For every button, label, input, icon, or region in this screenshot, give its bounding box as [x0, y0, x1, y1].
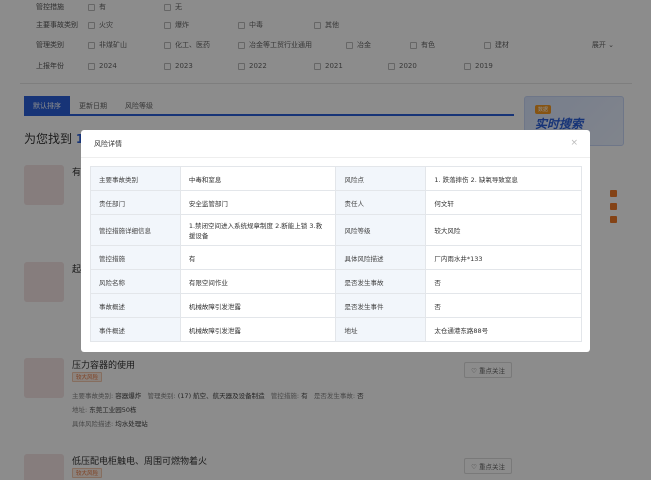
field-label: 具体风险描述 — [335, 245, 427, 270]
detail-row: 管控措施 有 具体风险描述 厂内雨水井*133 — [90, 245, 582, 270]
detail-row: 事故概述 机械故障引发泄露 是否发生事件 否 — [90, 293, 582, 318]
field-value: 否 — [425, 293, 582, 318]
field-label: 风险名称 — [90, 269, 181, 294]
detail-row: 管控措施详细信息 1.禁闭空间进入系统规章制度 2.断能上锁 3.救援设备 风险… — [90, 214, 582, 246]
risk-detail-modal: 风险详情 × 主要事故类别 中毒和窒息 风险点 1. 跌落摔伤 2. 缺氧导致窒… — [81, 130, 590, 352]
field-value: 中毒和窒息 — [179, 166, 337, 191]
field-value: 机械故障引发泄露 — [179, 317, 337, 342]
detail-row: 风险名称 有限空间作业 是否发生事故 否 — [90, 269, 582, 294]
field-value: 有限空间作业 — [179, 269, 337, 294]
field-label: 是否发生事故 — [335, 269, 427, 294]
field-label: 是否发生事件 — [335, 293, 427, 318]
field-label: 主要事故类别 — [90, 166, 181, 191]
field-label: 事件概述 — [90, 317, 181, 342]
detail-row: 责任部门 安全监管部门 责任人 何文轩 — [90, 190, 582, 215]
field-label: 管控措施详细信息 — [90, 214, 181, 246]
field-label: 责任部门 — [90, 190, 181, 215]
field-label: 管控措施 — [90, 245, 181, 270]
modal-title: 风险详情 — [94, 139, 122, 148]
field-value: 较大风险 — [425, 214, 582, 246]
field-label: 地址 — [335, 317, 427, 342]
risk-detail-table: 主要事故类别 中毒和窒息 风险点 1. 跌落摔伤 2. 缺氧导致窒息 责任部门 … — [90, 166, 582, 342]
field-value: 否 — [425, 269, 582, 294]
field-label: 风险点 — [335, 166, 427, 191]
field-label: 事故概述 — [90, 293, 181, 318]
field-value: 何文轩 — [425, 190, 582, 215]
detail-row: 事件概述 机械故障引发泄露 地址 太仓通港东路88号 — [90, 317, 582, 342]
field-label: 责任人 — [335, 190, 427, 215]
field-value: 1.禁闭空间进入系统规章制度 2.断能上锁 3.救援设备 — [179, 214, 337, 246]
modal-header: 风险详情 × — [81, 130, 590, 158]
close-icon[interactable]: × — [570, 139, 578, 148]
field-value: 厂内雨水井*133 — [425, 245, 582, 270]
field-value: 有 — [179, 245, 337, 270]
detail-row: 主要事故类别 中毒和窒息 风险点 1. 跌落摔伤 2. 缺氧导致窒息 — [90, 166, 582, 191]
field-value: 1. 跌落摔伤 2. 缺氧导致窒息 — [425, 166, 582, 191]
field-value: 太仓通港东路88号 — [425, 317, 582, 342]
field-label: 风险等级 — [335, 214, 427, 246]
field-value: 机械故障引发泄露 — [179, 293, 337, 318]
field-value: 安全监管部门 — [179, 190, 337, 215]
